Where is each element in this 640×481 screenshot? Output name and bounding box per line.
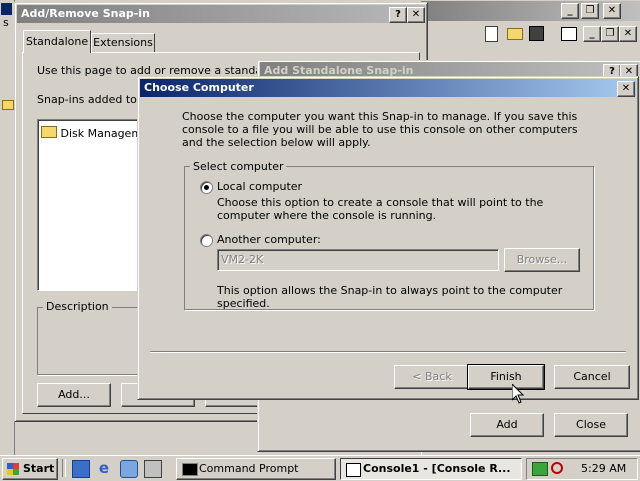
child-minimize-button[interactable]: _ bbox=[583, 26, 601, 42]
new-icon[interactable] bbox=[485, 26, 498, 42]
minimize-button[interactable]: _ bbox=[561, 3, 579, 19]
mmc-icon bbox=[346, 463, 361, 477]
security-icon[interactable] bbox=[551, 462, 563, 474]
back-button[interactable]: < Back bbox=[394, 365, 470, 389]
another-computer-label[interactable]: Another computer: bbox=[217, 233, 321, 246]
taskbar-command-prompt[interactable]: Command Prompt bbox=[176, 458, 336, 480]
windows-logo-icon bbox=[7, 463, 19, 475]
select-computer-label: Select computer bbox=[190, 160, 287, 173]
finish-button[interactable]: Finish bbox=[467, 364, 545, 390]
taskbar-console1[interactable]: Console1 - [Console R... bbox=[340, 458, 522, 480]
cancel-button[interactable]: Cancel bbox=[554, 365, 630, 389]
open-folder-icon[interactable] bbox=[507, 28, 523, 40]
quick-launch-separator bbox=[62, 459, 66, 477]
computer-name-value: VM2-2K bbox=[221, 253, 264, 266]
local-computer-radio[interactable] bbox=[200, 181, 213, 194]
tree-folder-icon bbox=[2, 100, 14, 110]
add-button[interactable]: Add bbox=[470, 413, 544, 437]
child-close-button[interactable]: ✕ bbox=[619, 26, 637, 42]
left-background-window: s bbox=[0, 0, 15, 455]
child-restore-button[interactable]: ❐ bbox=[601, 26, 619, 42]
button-separator bbox=[150, 351, 626, 353]
close-button[interactable]: ✕ bbox=[617, 81, 635, 97]
start-label: Start bbox=[23, 462, 55, 475]
restore-button[interactable]: ❐ bbox=[581, 3, 599, 19]
tab-standalone-label: Standalone bbox=[25, 35, 89, 48]
close-button[interactable]: ✕ bbox=[603, 3, 621, 19]
network-icon[interactable] bbox=[532, 462, 548, 476]
computer-name-field[interactable]: VM2-2K bbox=[217, 249, 499, 271]
mmc-toolbar: _ ❐ ✕ bbox=[423, 23, 637, 45]
local-computer-label[interactable]: Local computer bbox=[217, 180, 302, 193]
mmc-title-bar: _ ❐ ✕ bbox=[421, 1, 640, 21]
description-label: Description bbox=[43, 300, 112, 313]
folder-icon bbox=[41, 126, 57, 138]
app-icon bbox=[1, 3, 12, 15]
tab-standalone[interactable]: Standalone bbox=[23, 30, 91, 53]
system-tray: 5:29 AM bbox=[526, 458, 638, 480]
add-remove-title: Add/Remove Snap-in bbox=[21, 7, 150, 20]
mouse-cursor-icon bbox=[512, 384, 524, 404]
outlook-express-icon[interactable] bbox=[120, 460, 138, 478]
choose-computer-intro: Choose the computer you want this Snap-i… bbox=[182, 110, 578, 149]
explorer-icon[interactable] bbox=[144, 460, 162, 478]
snapins-list[interactable]: Disk Managemen bbox=[37, 119, 156, 291]
taskbar: Start e Command Prompt Console1 - [Conso… bbox=[0, 455, 640, 481]
browse-button[interactable]: Browse... bbox=[504, 248, 580, 272]
start-button[interactable]: Start bbox=[2, 458, 58, 480]
command-prompt-icon bbox=[182, 463, 198, 476]
choose-computer-title: Choose Computer bbox=[144, 81, 254, 94]
clock: 5:29 AM bbox=[581, 462, 627, 475]
another-computer-radio[interactable] bbox=[200, 234, 213, 247]
task-label: Console1 - [Console R... bbox=[363, 462, 511, 475]
local-computer-desc: Choose this option to create a console t… bbox=[217, 196, 544, 222]
description-group bbox=[37, 307, 139, 375]
tab-extensions[interactable]: Extensions bbox=[91, 33, 155, 52]
choose-computer-dialog: Choose Computer ✕ Choose the computer yo… bbox=[137, 76, 639, 400]
task-label: Command Prompt bbox=[199, 462, 299, 475]
internet-explorer-icon[interactable]: e bbox=[96, 460, 112, 476]
choose-computer-title-bar: Choose Computer bbox=[140, 79, 636, 97]
snapins-label: Snap-ins added to: bbox=[37, 93, 141, 106]
add-remove-title-bar: Add/Remove Snap-in bbox=[17, 5, 425, 23]
help-button[interactable]: ? bbox=[389, 7, 407, 23]
another-computer-desc: This option allows the Snap-in to always… bbox=[217, 284, 563, 310]
tab-extensions-label: Extensions bbox=[93, 36, 153, 49]
close-button[interactable]: ✕ bbox=[407, 7, 425, 23]
show-desktop-icon[interactable] bbox=[72, 460, 90, 478]
console-tree-icon[interactable] bbox=[561, 27, 577, 41]
background-title-fragment: s bbox=[3, 16, 9, 29]
close-dialog-button[interactable]: Close bbox=[554, 413, 628, 437]
add-button[interactable]: Add... bbox=[37, 383, 111, 407]
save-icon[interactable] bbox=[529, 26, 544, 41]
